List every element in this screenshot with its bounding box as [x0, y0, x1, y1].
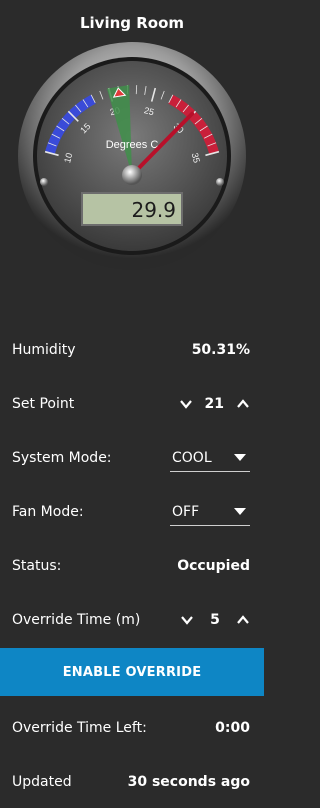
system-mode-value: COOL: [172, 449, 212, 466]
status-value: Occupied: [177, 558, 250, 574]
override-time-increase-icon[interactable]: [236, 613, 250, 627]
page-title: Living Room: [79, 14, 185, 32]
override-time-row: Override Time (m) 5: [12, 608, 250, 632]
gauge-screw-right: [216, 178, 224, 186]
fan-mode-row: Fan Mode: OFF: [12, 498, 250, 526]
override-time-left-label: Override Time Left:: [12, 720, 147, 736]
fan-mode-value: OFF: [172, 503, 200, 520]
updated-value: 30 seconds ago: [127, 774, 250, 790]
gauge-svg: 101520253035 Degrees C 29.9: [18, 42, 246, 270]
system-mode-caret-icon: [234, 454, 246, 461]
set-point-row: Set Point 21: [12, 392, 250, 416]
status-label: Status:: [12, 558, 62, 574]
system-mode-label: System Mode:: [12, 450, 112, 466]
override-time-stepper: 5: [180, 612, 250, 628]
set-point-label: Set Point: [12, 396, 75, 412]
fan-mode-caret-icon: [234, 508, 246, 515]
gauge-lcd-reading: 29.9: [131, 198, 176, 222]
fan-mode-label: Fan Mode:: [12, 504, 84, 520]
updated-row: Updated 30 seconds ago: [12, 770, 250, 794]
set-point-increase-icon[interactable]: [236, 397, 250, 411]
gauge-hub: [122, 165, 142, 185]
set-point-decrease-icon[interactable]: [179, 397, 193, 411]
override-time-left-row: Override Time Left: 0:00: [12, 716, 250, 740]
override-time-decrease-icon[interactable]: [180, 613, 194, 627]
override-time-label: Override Time (m): [12, 612, 141, 628]
updated-label: Updated: [12, 774, 72, 790]
enable-override-button[interactable]: ENABLE OVERRIDE: [0, 648, 264, 696]
override-time-left-value: 0:00: [215, 720, 250, 736]
system-mode-select[interactable]: COOL: [170, 444, 250, 472]
gauge-unit-label: Degrees C: [106, 139, 159, 151]
set-point-value: 21: [204, 396, 224, 412]
gauge-screw-left: [40, 178, 48, 186]
temperature-gauge: 101520253035 Degrees C 29.9: [16, 40, 248, 272]
fan-mode-select[interactable]: OFF: [170, 498, 250, 526]
set-point-stepper: 21: [179, 396, 250, 412]
humidity-row: Humidity 50.31%: [12, 338, 250, 362]
status-row: Status: Occupied: [12, 554, 250, 578]
humidity-label: Humidity: [12, 342, 76, 358]
humidity-value: 50.31%: [191, 342, 250, 358]
override-time-value: 5: [210, 612, 220, 628]
system-mode-row: System Mode: COOL: [12, 444, 250, 472]
